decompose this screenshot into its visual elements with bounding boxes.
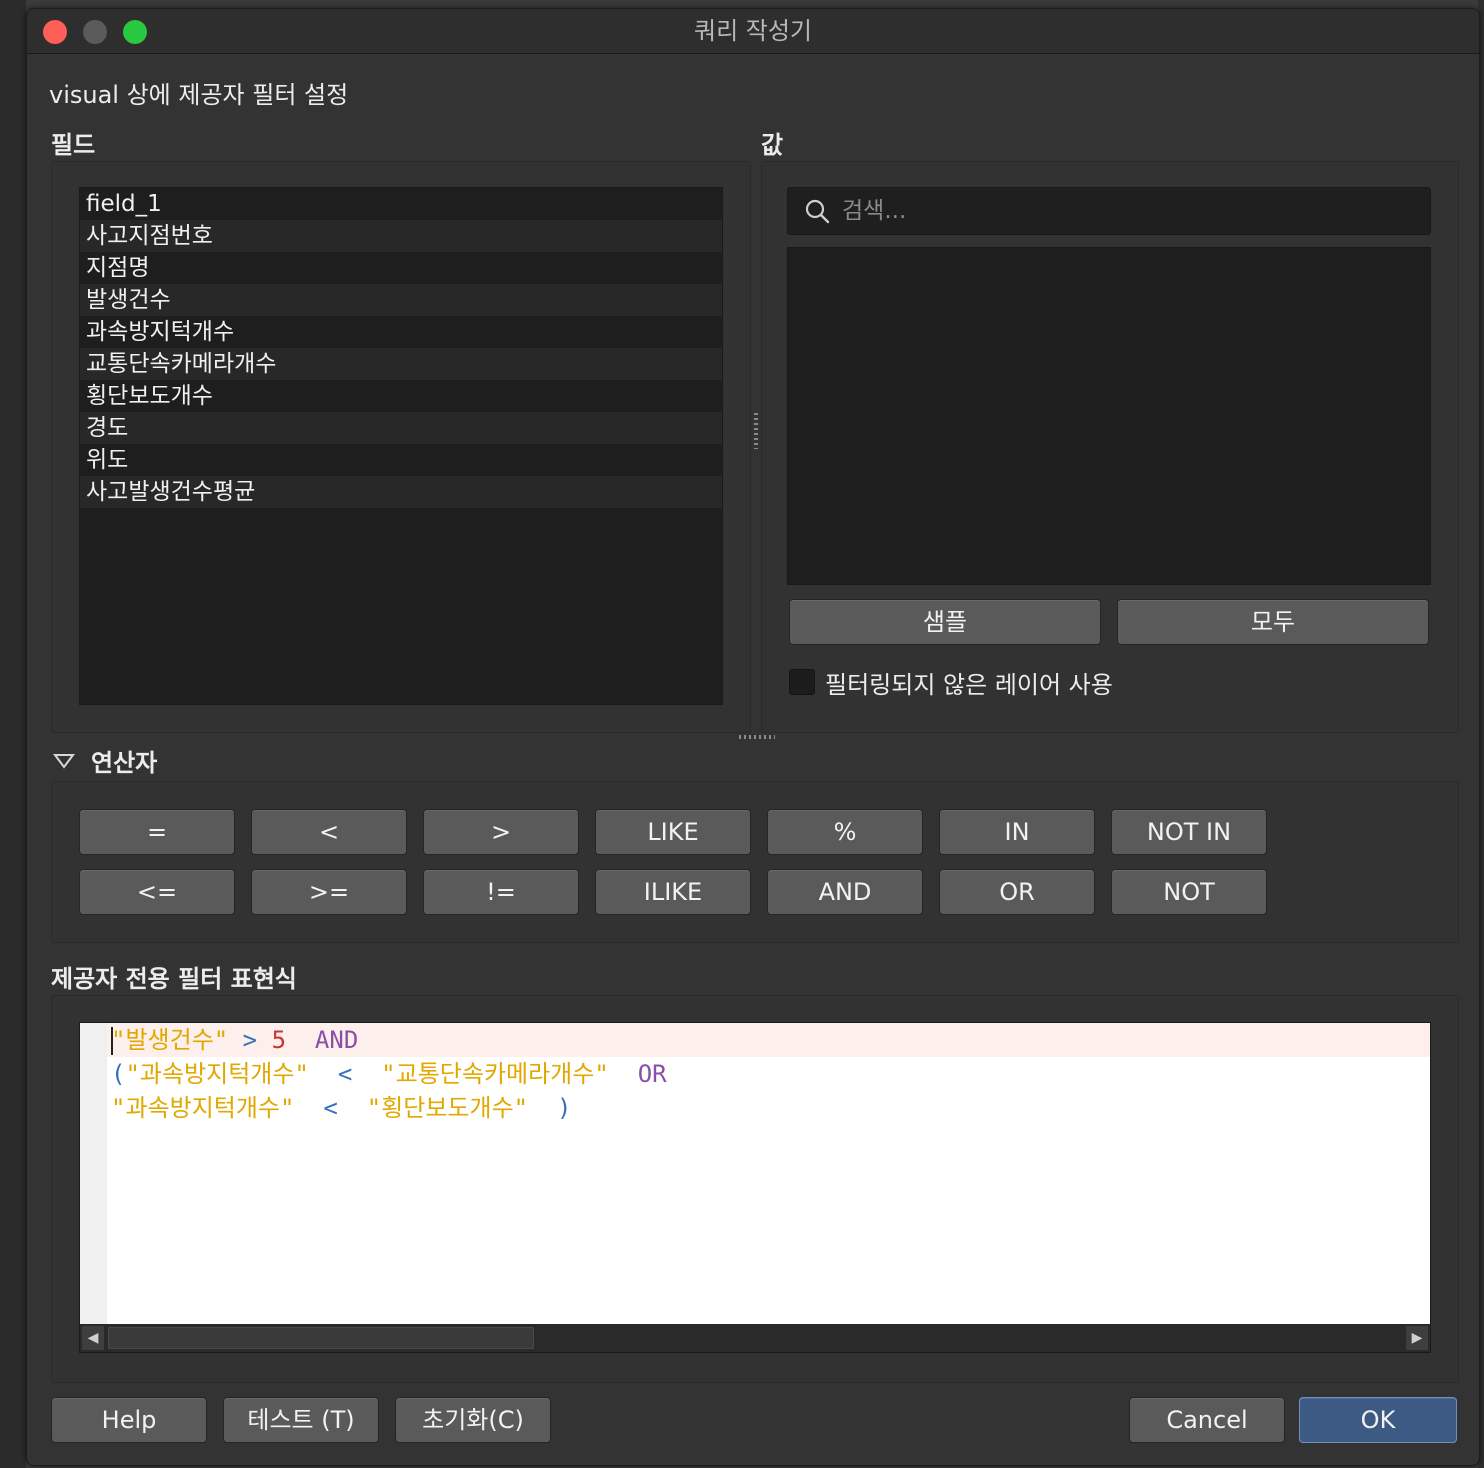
expression-token: > xyxy=(228,1026,272,1054)
help-button[interactable]: Help xyxy=(51,1397,207,1443)
expression-line: ("과속방지턱개수" < "교통단속카메라개수" OR xyxy=(111,1057,667,1091)
query-builder-dialog: 쿼리 작성기 visual 상에 제공자 필터 설정 필드 field_1 사고지… xyxy=(26,8,1480,1466)
operator-equals-button[interactable]: = xyxy=(79,809,235,855)
collapse-triangle-icon[interactable] xyxy=(53,753,75,769)
desktop-background-left xyxy=(0,0,26,1468)
operator-or-button[interactable]: OR xyxy=(939,869,1095,915)
dialog-description: visual 상에 제공자 필터 설정 xyxy=(49,81,349,109)
field-list-item[interactable]: 위도 xyxy=(80,444,722,476)
operator-greater-equal-button[interactable]: >= xyxy=(251,869,407,915)
operator-in-button[interactable]: IN xyxy=(939,809,1095,855)
all-values-button[interactable]: 모두 xyxy=(1117,599,1429,645)
vertical-splitter-handle[interactable] xyxy=(754,413,758,449)
expression-line: "과속방지턱개수" < "횡단보도개수" ) xyxy=(111,1091,571,1125)
window-title: 쿼리 작성기 xyxy=(693,17,813,45)
editor-gutter xyxy=(80,1023,107,1325)
text-caret xyxy=(111,1027,113,1055)
values-list[interactable] xyxy=(787,247,1431,585)
operator-ilike-button[interactable]: ILIKE xyxy=(595,869,751,915)
expression-token: "과속방지턱개수" xyxy=(111,1094,295,1122)
use-unfiltered-layer-checkbox[interactable] xyxy=(789,669,815,695)
expression-section-label: 제공자 전용 필터 표현식 xyxy=(51,965,297,993)
values-section-label: 값 xyxy=(761,131,784,159)
use-unfiltered-layer-label: 필터링되지 않은 레이어 사용 xyxy=(825,671,1113,699)
title-bar[interactable]: 쿼리 작성기 xyxy=(27,9,1479,54)
fields-section-label: 필드 xyxy=(51,131,96,159)
value-search-box[interactable] xyxy=(787,187,1431,235)
field-list-item[interactable]: field_1 xyxy=(80,188,722,220)
horizontal-scrollbar[interactable]: ◀ ▶ xyxy=(79,1324,1431,1353)
field-list[interactable]: field_1 사고지점번호 지점명 발생건수 과속방지턱개수 교통단속카메라개수 횡단보도… xyxy=(79,187,723,705)
test-button[interactable]: 테스트 (T) xyxy=(223,1397,379,1443)
expression-token: "교통단속카메라개수" xyxy=(381,1060,609,1088)
expression-token: "발생건수" xyxy=(111,1026,229,1054)
filter-expression-editor[interactable]: "발생건수" > 5 AND ("과속방지턱개수" < "교통단속카메라개수" O… xyxy=(79,1022,1431,1326)
expression-token: ) xyxy=(528,1094,572,1122)
expression-token: "횡단보도개수" xyxy=(366,1094,529,1122)
expression-line: "발생건수" > 5 AND xyxy=(111,1023,358,1057)
expression-token: OR xyxy=(608,1060,667,1088)
sample-button[interactable]: 샘플 xyxy=(789,599,1101,645)
operator-like-button[interactable]: LIKE xyxy=(595,809,751,855)
desktop-background-top xyxy=(0,0,1484,8)
field-list-item[interactable]: 경도 xyxy=(80,412,722,444)
field-list-item[interactable]: 지점명 xyxy=(80,252,722,284)
field-list-item[interactable]: 사고지점번호 xyxy=(80,220,722,252)
scrollbar-thumb[interactable] xyxy=(108,1327,534,1349)
operator-greater-than-button[interactable]: > xyxy=(423,809,579,855)
operator-less-equal-button[interactable]: <= xyxy=(79,869,235,915)
value-search-input[interactable] xyxy=(842,188,1412,234)
expression-token: < xyxy=(308,1060,382,1088)
operator-not-equal-button[interactable]: != xyxy=(423,869,579,915)
expression-token: ( xyxy=(111,1060,126,1088)
search-icon xyxy=(805,199,830,224)
field-list-item[interactable]: 사고발생건수평균 xyxy=(80,476,722,508)
field-list-item[interactable]: 과속방지턱개수 xyxy=(80,316,722,348)
reset-button[interactable]: 초기화(C) xyxy=(395,1397,551,1443)
ok-button[interactable]: OK xyxy=(1299,1397,1457,1443)
expression-token: "과속방지턱개수" xyxy=(125,1060,309,1088)
expression-token: AND xyxy=(286,1026,359,1054)
expression-token: < xyxy=(294,1094,367,1122)
operator-and-button[interactable]: AND xyxy=(767,869,923,915)
expression-token: 5 xyxy=(271,1026,287,1054)
operator-not-button[interactable]: NOT xyxy=(1111,869,1267,915)
field-list-item[interactable]: 발생건수 xyxy=(80,284,722,316)
operator-less-than-button[interactable]: < xyxy=(251,809,407,855)
scroll-left-arrow-icon[interactable]: ◀ xyxy=(82,1326,104,1350)
operator-percent-button[interactable]: % xyxy=(767,809,923,855)
field-list-item[interactable]: 교통단속카메라개수 xyxy=(80,348,722,380)
cancel-button[interactable]: Cancel xyxy=(1129,1397,1285,1443)
operator-not-in-button[interactable]: NOT IN xyxy=(1111,809,1267,855)
horizontal-splitter-handle[interactable] xyxy=(739,735,775,739)
operators-groupbox xyxy=(51,781,1459,943)
field-list-item[interactable]: 횡단보도개수 xyxy=(80,380,722,412)
scroll-right-arrow-icon[interactable]: ▶ xyxy=(1406,1326,1428,1350)
operators-section-label: 연산자 xyxy=(91,749,158,777)
